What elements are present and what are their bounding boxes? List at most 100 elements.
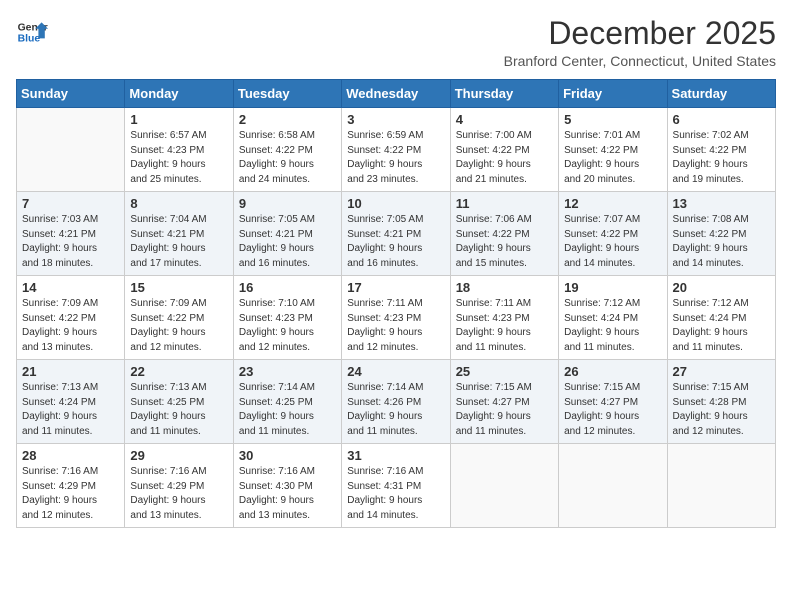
calendar-cell: 7 Sunrise: 7:03 AMSunset: 4:21 PMDaylight… xyxy=(17,192,125,276)
day-info: Sunrise: 7:05 AMSunset: 4:21 PMDaylight:… xyxy=(347,213,444,271)
calendar-cell: 16 Sunrise: 7:10 AMSunset: 4:23 PMDayligh… xyxy=(233,276,341,360)
day-number: 25 xyxy=(456,364,553,379)
calendar-cell: 2Sunrise: 6:58 AMSunset: 4:22 PMDaylight… xyxy=(233,108,341,192)
day-info: Sunrise: 7:16 AMSunset: 4:29 PMDaylight:… xyxy=(130,465,227,523)
calendar-cell: 21 Sunrise: 7:13 AMSunset: 4:24 PMDayligh… xyxy=(17,360,125,444)
day-info: Sunrise: 7:03 AMSunset: 4:21 PMDaylight:… xyxy=(22,213,119,271)
day-number: 20 xyxy=(673,280,770,295)
calendar-table: SundayMondayTuesdayWednesdayThursdayFrid… xyxy=(16,79,776,528)
calendar-cell: 5 Sunrise: 7:01 AMSunset: 4:22 PMDaylight… xyxy=(559,108,667,192)
calendar-cell: 28 Sunrise: 7:16 AMSunset: 4:29 PMDayligh… xyxy=(17,444,125,528)
day-info: Sunrise: 7:00 AMSunset: 4:22 PMDaylight:… xyxy=(456,129,553,187)
day-number: 17 xyxy=(347,280,444,295)
calendar-week-row: 7 Sunrise: 7:03 AMSunset: 4:21 PMDaylight… xyxy=(17,192,776,276)
day-number: 8 xyxy=(130,196,227,211)
calendar-cell xyxy=(450,444,558,528)
calendar-header-thursday: Thursday xyxy=(450,80,558,108)
calendar-cell: 22 Sunrise: 7:13 AMSunset: 4:25 PMDayligh… xyxy=(125,360,233,444)
calendar-cell xyxy=(667,444,775,528)
day-number: 16 xyxy=(239,280,336,295)
day-info: Sunrise: 7:06 AMSunset: 4:22 PMDaylight:… xyxy=(456,213,553,271)
day-number: 22 xyxy=(130,364,227,379)
day-info: Sunrise: 7:11 AMSunset: 4:23 PMDaylight:… xyxy=(347,297,444,355)
logo: General Blue xyxy=(16,16,48,48)
day-number: 19 xyxy=(564,280,661,295)
day-info: Sunrise: 7:15 AMSunset: 4:28 PMDaylight:… xyxy=(673,381,770,439)
day-info: Sunrise: 7:12 AMSunset: 4:24 PMDaylight:… xyxy=(673,297,770,355)
day-info: Sunrise: 7:05 AMSunset: 4:21 PMDaylight:… xyxy=(239,213,336,271)
day-number: 1 xyxy=(130,112,227,127)
calendar-cell: 15 Sunrise: 7:09 AMSunset: 4:22 PMDayligh… xyxy=(125,276,233,360)
calendar-cell: 30Sunrise: 7:16 AMSunset: 4:30 PMDayligh… xyxy=(233,444,341,528)
day-number: 13 xyxy=(673,196,770,211)
day-info: Sunrise: 7:15 AMSunset: 4:27 PMDaylight:… xyxy=(456,381,553,439)
day-number: 9 xyxy=(239,196,336,211)
calendar-cell: 8 Sunrise: 7:04 AMSunset: 4:21 PMDaylight… xyxy=(125,192,233,276)
calendar-cell xyxy=(559,444,667,528)
day-info: Sunrise: 7:02 AMSunset: 4:22 PMDaylight:… xyxy=(673,129,770,187)
title-area: December 2025 Branford Center, Connectic… xyxy=(504,16,776,69)
calendar-cell: 24 Sunrise: 7:14 AMSunset: 4:26 PMDayligh… xyxy=(342,360,450,444)
day-info: Sunrise: 7:10 AMSunset: 4:23 PMDaylight:… xyxy=(239,297,336,355)
day-number: 23 xyxy=(239,364,336,379)
day-number: 3 xyxy=(347,112,444,127)
day-number: 31 xyxy=(347,448,444,463)
calendar-header-wednesday: Wednesday xyxy=(342,80,450,108)
day-number: 11 xyxy=(456,196,553,211)
calendar-cell: 9 Sunrise: 7:05 AMSunset: 4:21 PMDaylight… xyxy=(233,192,341,276)
day-number: 24 xyxy=(347,364,444,379)
calendar-cell: 12 Sunrise: 7:07 AMSunset: 4:22 PMDayligh… xyxy=(559,192,667,276)
day-number: 28 xyxy=(22,448,119,463)
day-info: Sunrise: 7:14 AMSunset: 4:26 PMDaylight:… xyxy=(347,381,444,439)
calendar-header-saturday: Saturday xyxy=(667,80,775,108)
calendar-cell: 10Sunrise: 7:05 AMSunset: 4:21 PMDayligh… xyxy=(342,192,450,276)
day-info: Sunrise: 7:16 AMSunset: 4:30 PMDaylight:… xyxy=(239,465,336,523)
calendar-cell: 19 Sunrise: 7:12 AMSunset: 4:24 PMDayligh… xyxy=(559,276,667,360)
day-info: Sunrise: 7:16 AMSunset: 4:29 PMDaylight:… xyxy=(22,465,119,523)
calendar-header-monday: Monday xyxy=(125,80,233,108)
day-info: Sunrise: 7:14 AMSunset: 4:25 PMDaylight:… xyxy=(239,381,336,439)
calendar-cell: 25 Sunrise: 7:15 AMSunset: 4:27 PMDayligh… xyxy=(450,360,558,444)
day-info: Sunrise: 7:11 AMSunset: 4:23 PMDaylight:… xyxy=(456,297,553,355)
day-number: 5 xyxy=(564,112,661,127)
day-info: Sunrise: 7:16 AMSunset: 4:31 PMDaylight:… xyxy=(347,465,444,523)
day-info: Sunrise: 7:12 AMSunset: 4:24 PMDaylight:… xyxy=(564,297,661,355)
day-number: 4 xyxy=(456,112,553,127)
day-info: Sunrise: 6:57 AMSunset: 4:23 PMDaylight:… xyxy=(130,129,227,187)
day-info: Sunrise: 7:15 AMSunset: 4:27 PMDaylight:… xyxy=(564,381,661,439)
calendar-cell: 3 Sunrise: 6:59 AMSunset: 4:22 PMDaylight… xyxy=(342,108,450,192)
day-info: Sunrise: 7:01 AMSunset: 4:22 PMDaylight:… xyxy=(564,129,661,187)
day-number: 6 xyxy=(673,112,770,127)
calendar-cell: 1 Sunrise: 6:57 AMSunset: 4:23 PMDaylight… xyxy=(125,108,233,192)
day-number: 15 xyxy=(130,280,227,295)
day-number: 21 xyxy=(22,364,119,379)
day-info: Sunrise: 7:07 AMSunset: 4:22 PMDaylight:… xyxy=(564,213,661,271)
calendar-cell: 31 Sunrise: 7:16 AMSunset: 4:31 PMDayligh… xyxy=(342,444,450,528)
page-header: General Blue December 2025 Branford Cent… xyxy=(16,16,776,69)
day-number: 7 xyxy=(22,196,119,211)
calendar-header-row: SundayMondayTuesdayWednesdayThursdayFrid… xyxy=(17,80,776,108)
calendar-cell: 13Sunrise: 7:08 AMSunset: 4:22 PMDayligh… xyxy=(667,192,775,276)
day-info: Sunrise: 7:09 AMSunset: 4:22 PMDaylight:… xyxy=(130,297,227,355)
day-info: Sunrise: 7:13 AMSunset: 4:25 PMDaylight:… xyxy=(130,381,227,439)
day-number: 27 xyxy=(673,364,770,379)
calendar-cell: 18 Sunrise: 7:11 AMSunset: 4:23 PMDayligh… xyxy=(450,276,558,360)
day-number: 26 xyxy=(564,364,661,379)
day-info: Sunrise: 6:58 AMSunset: 4:22 PMDaylight:… xyxy=(239,129,336,187)
day-number: 18 xyxy=(456,280,553,295)
calendar-header-friday: Friday xyxy=(559,80,667,108)
calendar-cell: 17 Sunrise: 7:11 AMSunset: 4:23 PMDayligh… xyxy=(342,276,450,360)
logo-icon: General Blue xyxy=(16,16,48,48)
calendar-cell: 14Sunrise: 7:09 AMSunset: 4:22 PMDayligh… xyxy=(17,276,125,360)
day-number: 29 xyxy=(130,448,227,463)
day-info: Sunrise: 7:04 AMSunset: 4:21 PMDaylight:… xyxy=(130,213,227,271)
day-number: 14 xyxy=(22,280,119,295)
day-info: Sunrise: 7:13 AMSunset: 4:24 PMDaylight:… xyxy=(22,381,119,439)
day-info: Sunrise: 6:59 AMSunset: 4:22 PMDaylight:… xyxy=(347,129,444,187)
calendar-week-row: 1 Sunrise: 6:57 AMSunset: 4:23 PMDaylight… xyxy=(17,108,776,192)
calendar-cell: 26 Sunrise: 7:15 AMSunset: 4:27 PMDayligh… xyxy=(559,360,667,444)
calendar-cell: 6 Sunrise: 7:02 AMSunset: 4:22 PMDaylight… xyxy=(667,108,775,192)
calendar-header-tuesday: Tuesday xyxy=(233,80,341,108)
svg-text:Blue: Blue xyxy=(18,34,41,45)
day-number: 12 xyxy=(564,196,661,211)
